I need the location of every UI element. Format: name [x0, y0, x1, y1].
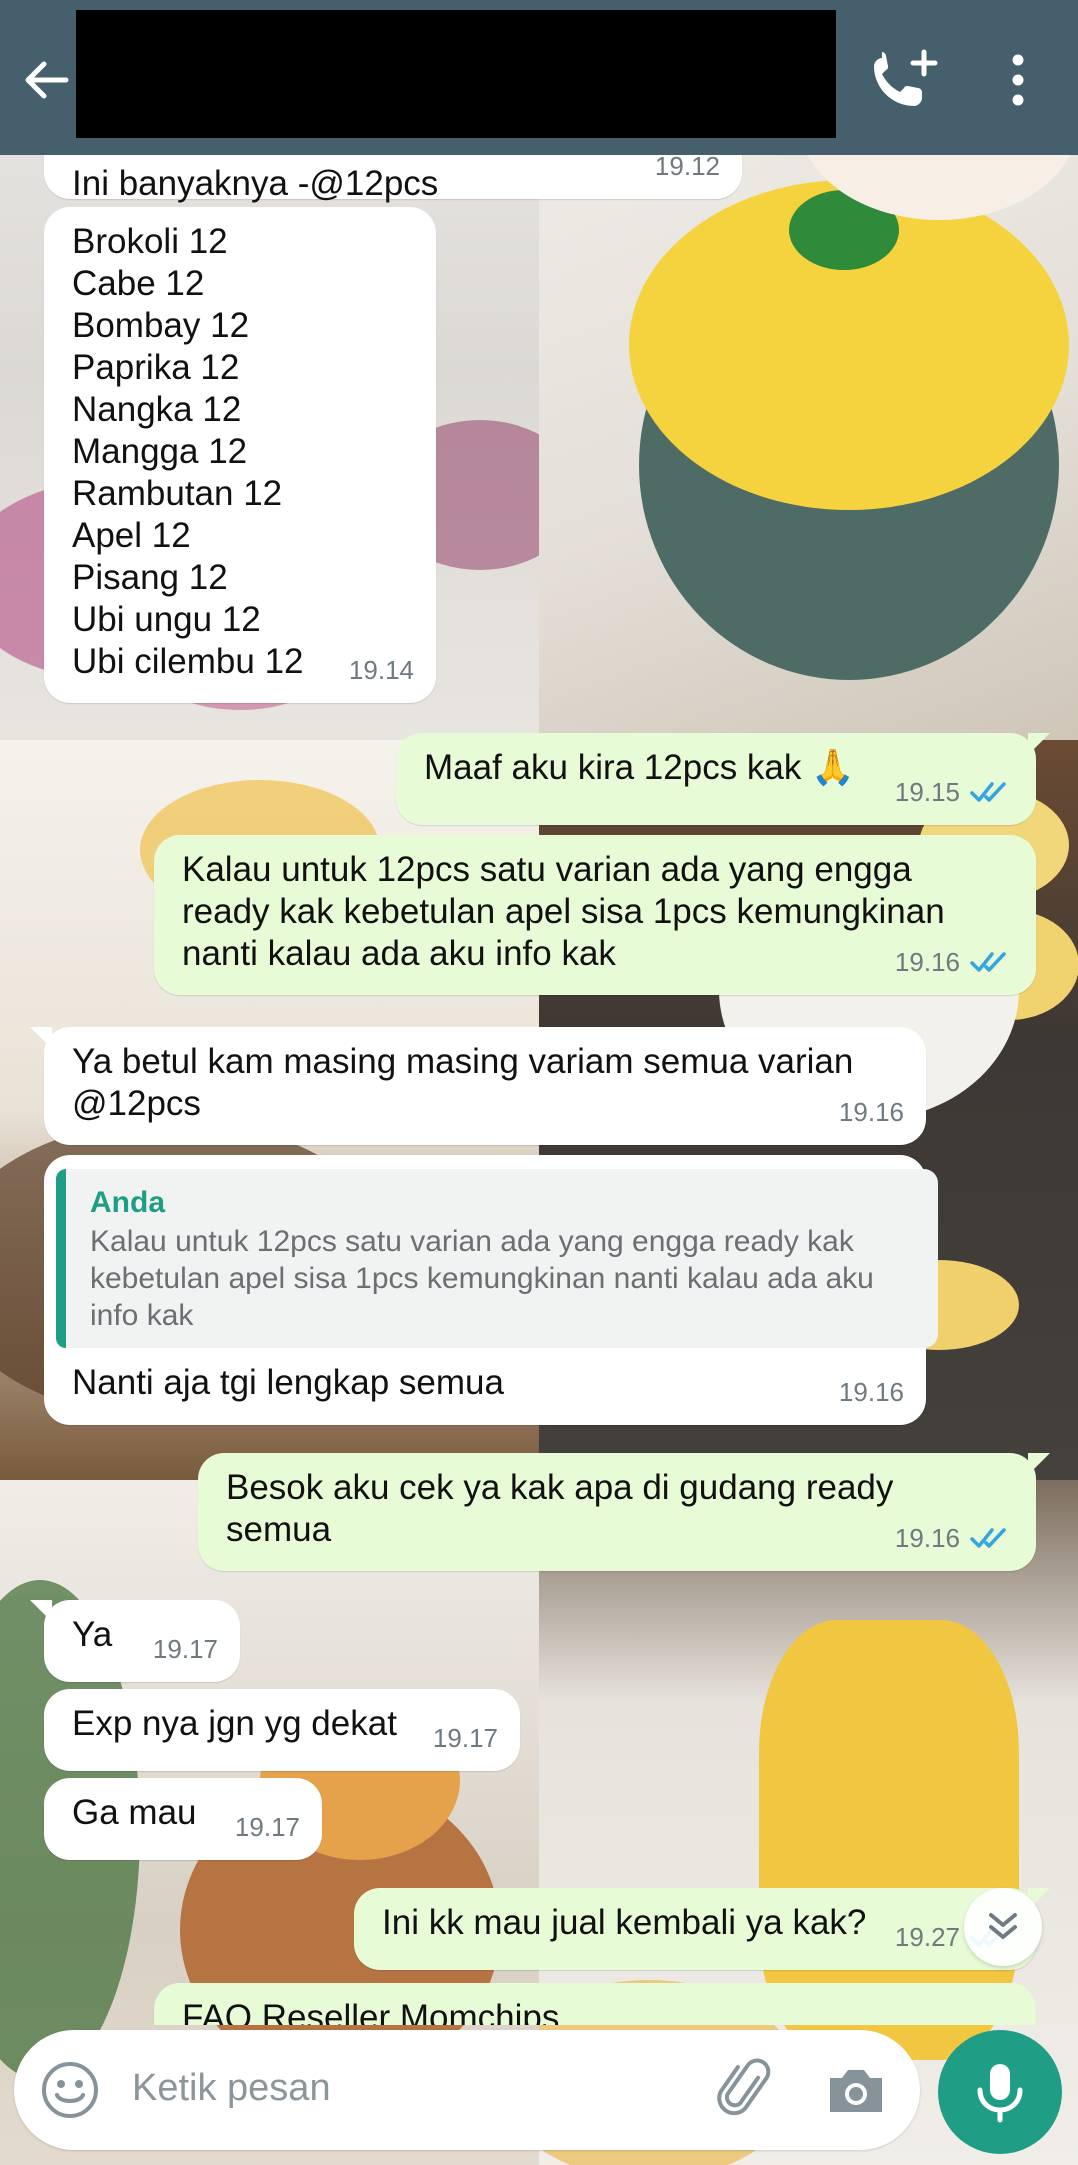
message-time: 19.17: [234, 1812, 300, 1842]
quoted-message[interactable]: Anda Kalau untuk 12pcs satu varian ada y…: [56, 1169, 938, 1348]
message-text: Kalau untuk 12pcs satu varian ada yang e…: [182, 850, 945, 973]
message-time: 19.16: [894, 947, 960, 977]
more-vertical-icon[interactable]: [1000, 48, 1036, 112]
paperclip-icon[interactable]: [714, 2058, 778, 2122]
message-time: 19.16: [894, 1523, 960, 1553]
camera-icon[interactable]: [824, 2060, 888, 2120]
message-outgoing[interactable]: Besok aku cek ya kak apa di gudang ready…: [198, 1453, 1050, 1571]
message-text: Exp nya jgn yg dekat: [72, 1704, 397, 1743]
message-time: 19.27: [894, 1922, 960, 1952]
arrow-left-icon[interactable]: [18, 52, 74, 108]
message-incoming[interactable]: Brokoli 12 Cabe 12 Bombay 12 Paprika 12 …: [44, 207, 436, 703]
message-text: Ini banyaknya -@12pcs: [72, 164, 439, 203]
message-time: 19.16: [838, 1377, 904, 1407]
message-time: 19.17: [152, 1634, 218, 1664]
message-composer[interactable]: Ketik pesan: [14, 2030, 920, 2150]
double-check-icon: [970, 952, 1006, 972]
message-text: FAQ Reseller Momchips: [182, 1998, 560, 2025]
message-incoming[interactable]: Ya betul kam masing masing variam semua …: [30, 1027, 926, 1145]
emoji-icon[interactable]: [40, 2060, 100, 2120]
quoted-text: Kalau untuk 12pcs satu varian ada yang e…: [90, 1225, 874, 1332]
message-incoming[interactable]: Ga mau 19.17: [44, 1778, 322, 1860]
message-outgoing[interactable]: FAQ Reseller Momchips: [154, 1983, 1036, 2025]
chevron-double-down-icon: [989, 1913, 1017, 1939]
quoted-sender: Anda: [90, 1186, 165, 1219]
microphone-icon[interactable]: [938, 2030, 1062, 2154]
message-outgoing[interactable]: Maaf aku kira 12pcs kak 🙏 19.15: [396, 733, 1050, 825]
message-text: Ya betul kam masing masing variam semua …: [72, 1042, 854, 1123]
scroll-to-bottom-button[interactable]: [964, 1888, 1042, 1966]
message-incoming[interactable]: Ya 19.17: [30, 1600, 240, 1682]
message-outgoing[interactable]: Kalau untuk 12pcs satu varian ada yang e…: [154, 835, 1036, 995]
message-time: 19.17: [432, 1723, 498, 1753]
message-time: 19.16: [838, 1097, 904, 1127]
message-list[interactable]: Ini banyaknya -@12pcs 19.12 Brokoli 12 C…: [0, 155, 1078, 2025]
message-incoming[interactable]: Ini banyaknya -@12pcs 19.12: [44, 155, 742, 203]
message-incoming[interactable]: Exp nya jgn yg dekat 19.17: [44, 1689, 520, 1771]
message-input[interactable]: Ketik pesan: [132, 2067, 331, 2110]
double-check-icon: [970, 1528, 1006, 1548]
message-text: Nanti aja tgi lengkap semua: [72, 1363, 504, 1402]
message-time: 19.15: [894, 777, 960, 807]
message-outgoing[interactable]: Ini kk mau jual kembali ya kak? 19.27: [354, 1888, 1050, 1970]
chat-header: [0, 0, 1078, 155]
message-incoming-reply[interactable]: Anda Kalau untuk 12pcs satu varian ada y…: [44, 1155, 938, 1425]
double-check-icon: [970, 782, 1006, 802]
message-text: Besok aku cek ya kak apa di gudang ready…: [226, 1468, 894, 1549]
message-time: 19.14: [348, 655, 414, 685]
message-time: 19.12: [654, 155, 720, 181]
add-call-icon[interactable]: [868, 48, 940, 112]
contact-name-redacted[interactable]: [76, 10, 836, 138]
message-text: Brokoli 12 Cabe 12 Bombay 12 Paprika 12 …: [72, 222, 304, 681]
